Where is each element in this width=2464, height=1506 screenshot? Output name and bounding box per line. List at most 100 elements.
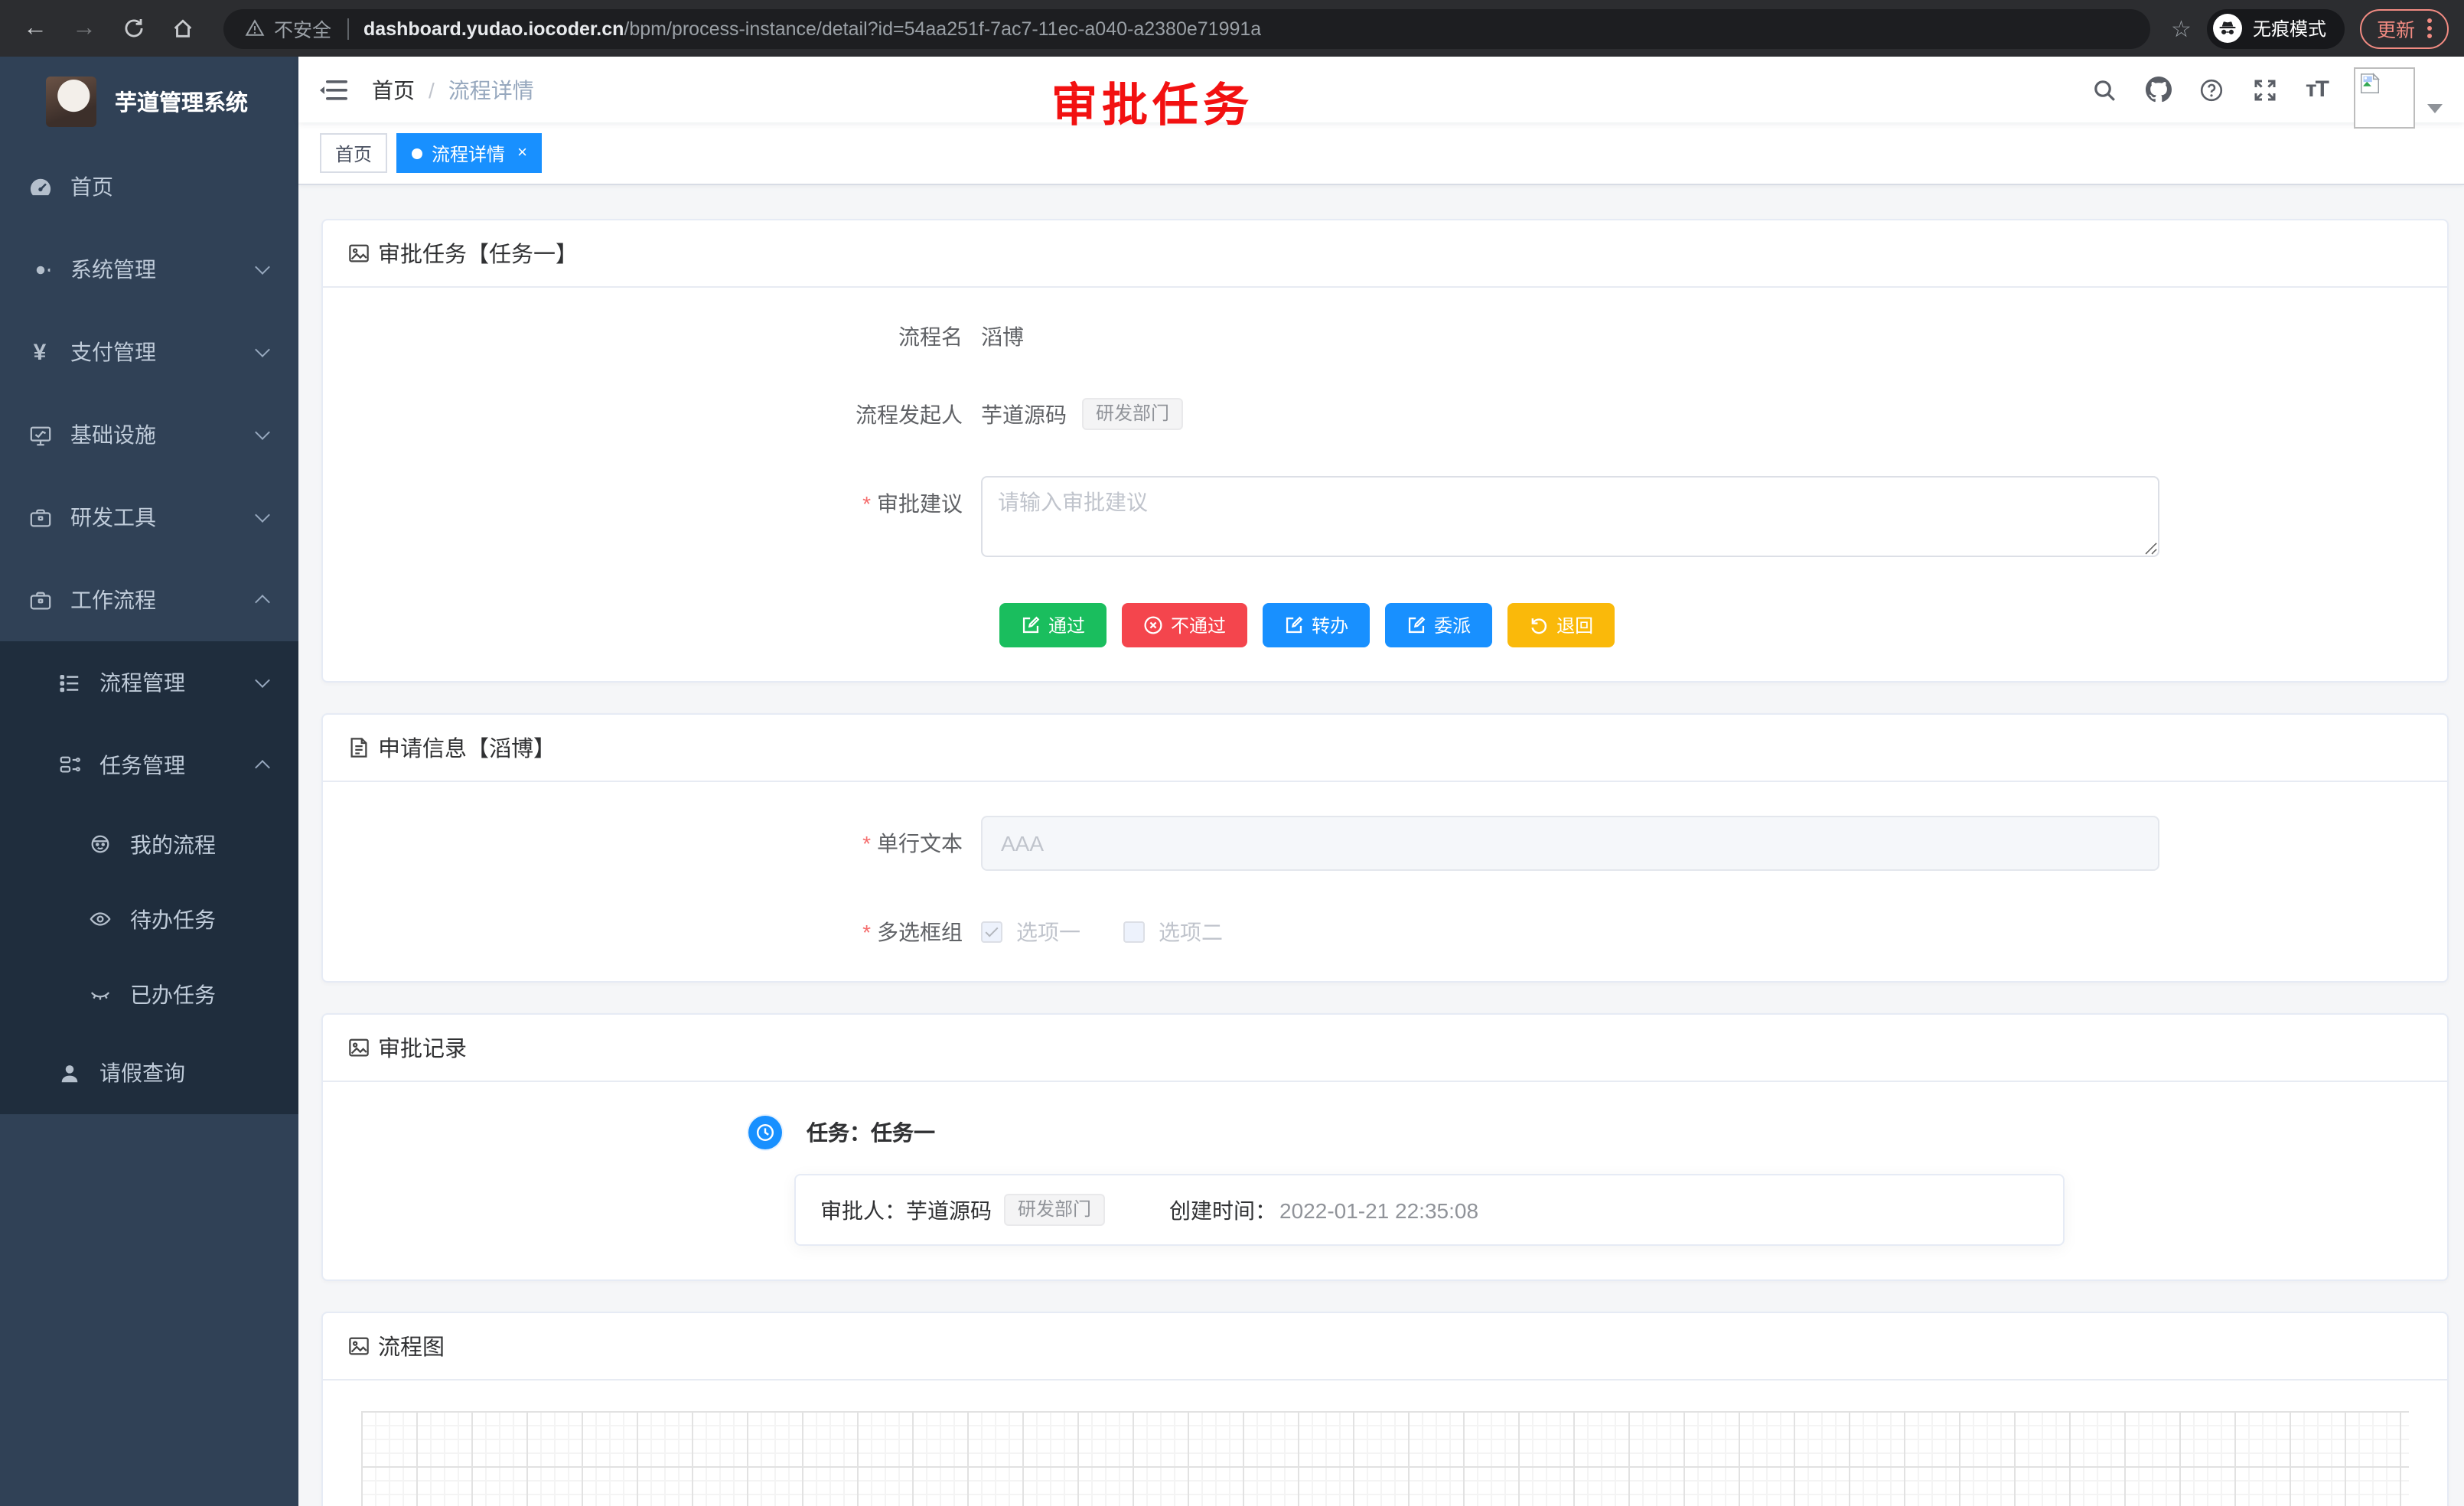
page-content: 审批任务【任务一】 流程名 滔博 流程发起人 芋道源码 研发部门 bbox=[298, 185, 2464, 1506]
sidebar-menu: 首页 系统管理 ¥ 支付管理 基础设施 bbox=[0, 145, 298, 1506]
button-label: 退回 bbox=[1556, 612, 1593, 638]
approver-label: 审批人： bbox=[820, 1195, 906, 1225]
return-button[interactable]: 退回 bbox=[1507, 603, 1615, 647]
chevron-up-icon bbox=[255, 595, 270, 610]
checkbox-group: 选项一 选项二 bbox=[981, 917, 1223, 947]
sidebar-item-done-tasks[interactable]: 已办任务 bbox=[0, 957, 298, 1032]
form-row-process-name: 流程名 滔博 bbox=[361, 321, 2409, 352]
app-title: 芋道管理系统 bbox=[115, 85, 248, 117]
top-navbar: 首页 / 流程详情 тT bbox=[298, 57, 2464, 122]
browser-menu-icon[interactable] bbox=[2427, 18, 2432, 38]
field-label-required: 审批建议 bbox=[361, 476, 981, 519]
suggestion-textarea[interactable] bbox=[981, 476, 2159, 557]
approval-records-card: 审批记录 任务：任务一 审批人：芋道源码 研发部门 bbox=[321, 1013, 2449, 1281]
button-label: 转办 bbox=[1312, 612, 1348, 638]
tab-label: 流程详情 bbox=[432, 140, 505, 166]
picture-icon bbox=[347, 1036, 370, 1059]
address-bar[interactable]: 不安全 dashboard.yudao.iocoder.cn/bpm/proce… bbox=[223, 8, 2149, 48]
search-icon[interactable] bbox=[2091, 76, 2119, 103]
sidebar-toggle-icon[interactable] bbox=[320, 77, 347, 102]
task-name: 任务：任务一 bbox=[807, 1117, 935, 1148]
transfer-button[interactable]: 转办 bbox=[1263, 603, 1370, 647]
breadcrumb-home[interactable]: 首页 bbox=[372, 74, 415, 105]
button-label: 不通过 bbox=[1171, 612, 1226, 638]
tab-process-detail[interactable]: 流程详情 × bbox=[396, 133, 543, 173]
card-header: 审批任务【任务一】 bbox=[323, 220, 2447, 288]
chevron-up-icon bbox=[255, 760, 270, 775]
broken-image-icon bbox=[2358, 71, 2381, 94]
sidebar-item-process-mgmt[interactable]: 流程管理 bbox=[0, 641, 298, 724]
security-indicator[interactable]: 不安全 bbox=[245, 14, 331, 43]
chevron-down-icon bbox=[255, 673, 270, 688]
picture-icon bbox=[347, 1335, 370, 1358]
tab-home[interactable]: 首页 bbox=[320, 133, 387, 173]
bookmark-star-icon[interactable]: ☆ bbox=[2171, 15, 2192, 42]
update-label: 更新 bbox=[2377, 14, 2415, 43]
sidebar-item-label: 请假查询 bbox=[99, 1058, 185, 1088]
picture-icon bbox=[347, 242, 370, 265]
checkbox-unchecked-icon bbox=[1123, 921, 1145, 943]
form-row-checkbox-group: 多选框组 选项一 选项二 bbox=[361, 917, 2409, 947]
sidebar-item-label: 首页 bbox=[70, 171, 113, 202]
app-logo bbox=[46, 76, 96, 126]
browser-toolbar: ← → 不安全 dashboard.yudao.iocoder.cn/bpm/p… bbox=[0, 0, 2464, 57]
created-time: 2022-01-21 22:35:08 bbox=[1279, 1198, 1478, 1222]
chevron-down-icon bbox=[255, 425, 270, 440]
dashboard-icon bbox=[28, 174, 52, 199]
undo-icon bbox=[1529, 615, 1549, 635]
avatar[interactable] bbox=[2354, 67, 2415, 128]
active-dot-icon bbox=[412, 148, 422, 158]
sidebar-item-label: 研发工具 bbox=[70, 502, 156, 533]
delegate-button[interactable]: 委派 bbox=[1385, 603, 1492, 647]
browser-home-icon[interactable] bbox=[162, 8, 202, 48]
help-icon[interactable] bbox=[2198, 76, 2226, 103]
sidebar-item-workflow[interactable]: 工作流程 bbox=[0, 559, 298, 641]
breadcrumb-separator: / bbox=[429, 77, 435, 102]
browser-right-controls: ☆ 无痕模式 更新 bbox=[2171, 8, 2449, 48]
sidebar-item-label: 工作流程 bbox=[70, 585, 156, 615]
omnibox-divider bbox=[347, 18, 348, 39]
dept-tag: 研发部门 bbox=[1082, 398, 1183, 430]
checkbox-label: 选项一 bbox=[1016, 917, 1080, 947]
browser-reload-icon[interactable] bbox=[113, 8, 153, 48]
sidebar-item-leave-query[interactable]: 请假查询 bbox=[0, 1032, 298, 1114]
card-body bbox=[323, 1380, 2447, 1506]
field-label: 流程名 bbox=[361, 321, 981, 352]
browser-update-menu[interactable]: 更新 bbox=[2360, 8, 2449, 48]
checkbox-checked-icon bbox=[981, 921, 1002, 943]
close-icon[interactable]: × bbox=[517, 145, 527, 161]
card-header: 审批记录 bbox=[323, 1015, 2447, 1082]
sidebar-item-my-process[interactable]: 我的流程 bbox=[0, 807, 298, 882]
card-body: 任务：任务一 审批人：芋道源码 研发部门 创建时间：2022-01-21 22:… bbox=[323, 1082, 2447, 1279]
reject-button[interactable]: 不通过 bbox=[1122, 603, 1247, 647]
form-row-single-text: 单行文本 bbox=[361, 816, 2409, 871]
toolbox-icon bbox=[28, 505, 52, 530]
sidebar-item-infra[interactable]: 基础设施 bbox=[0, 393, 298, 476]
font-size-icon[interactable]: тT bbox=[2306, 77, 2328, 103]
card-title: 申请信息【滔博】 bbox=[378, 732, 556, 764]
sidebar-item-home[interactable]: 首页 bbox=[0, 145, 298, 228]
sidebar-item-system[interactable]: 系统管理 bbox=[0, 228, 298, 311]
sidebar-item-task-mgmt[interactable]: 任务管理 bbox=[0, 724, 298, 807]
app-logo-row[interactable]: 芋道管理系统 bbox=[0, 57, 298, 145]
chevron-down-icon bbox=[255, 507, 270, 523]
browser-forward-icon[interactable]: → bbox=[64, 8, 104, 48]
chevron-down-icon bbox=[255, 259, 270, 275]
button-label: 通过 bbox=[1048, 612, 1085, 638]
sidebar-item-payment[interactable]: ¥ 支付管理 bbox=[0, 311, 298, 393]
user-menu[interactable] bbox=[2354, 67, 2443, 128]
circle-close-icon bbox=[1143, 615, 1163, 635]
incognito-label: 无痕模式 bbox=[2253, 15, 2326, 41]
sidebar-item-label: 任务管理 bbox=[99, 750, 185, 781]
fullscreen-icon[interactable] bbox=[2252, 76, 2280, 103]
sidebar-item-todo-tasks[interactable]: 待办任务 bbox=[0, 882, 298, 957]
github-icon[interactable] bbox=[2145, 76, 2172, 103]
bpmn-canvas[interactable] bbox=[361, 1411, 2409, 1506]
sidebar-item-devtools[interactable]: 研发工具 bbox=[0, 476, 298, 559]
robot-icon bbox=[87, 832, 112, 856]
approve-button[interactable]: 通过 bbox=[999, 603, 1107, 647]
form-row-initiator: 流程发起人 芋道源码 研发部门 bbox=[361, 398, 2409, 430]
sidebar-item-label: 基础设施 bbox=[70, 419, 156, 450]
edit-icon bbox=[1021, 615, 1041, 635]
browser-back-icon[interactable]: ← bbox=[15, 8, 55, 48]
